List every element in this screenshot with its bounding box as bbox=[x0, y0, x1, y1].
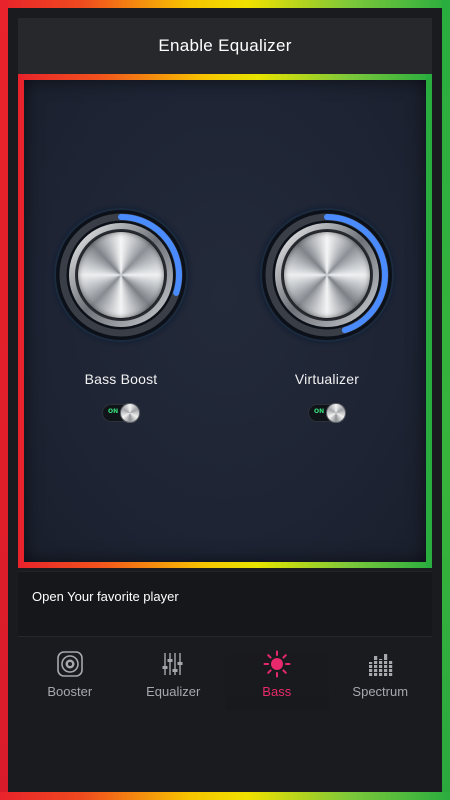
open-player-text: Open Your favorite player bbox=[32, 589, 179, 604]
tab-bass-label: Bass bbox=[262, 684, 292, 699]
speaker-icon bbox=[56, 651, 83, 677]
bottom-empty-area bbox=[18, 710, 432, 784]
app-header: Enable Equalizer bbox=[18, 18, 432, 74]
frame-right-edge bbox=[442, 0, 450, 800]
tab-spectrum-label: Spectrum bbox=[352, 684, 409, 699]
bars-icon bbox=[366, 654, 395, 676]
frame-bottom-edge bbox=[0, 792, 450, 800]
toggle-on-text: ON bbox=[314, 408, 325, 415]
virtualizer-toggle[interactable]: ON bbox=[308, 403, 346, 423]
sliders-icon bbox=[162, 653, 183, 675]
toggle-thumb bbox=[120, 403, 140, 423]
bottom-tab-bar: Booster Equalizer Bass Spectrum bbox=[18, 640, 432, 710]
tab-booster[interactable]: Booster bbox=[18, 640, 122, 710]
bass-boost-label: Bass Boost bbox=[84, 371, 158, 387]
virtualizer-knob[interactable] bbox=[252, 200, 402, 350]
toggle-on-text: ON bbox=[108, 408, 119, 415]
tab-equalizer[interactable]: Equalizer bbox=[122, 640, 226, 710]
effects-panel: Bass Boost ON Virtualizer ON bbox=[24, 80, 426, 562]
virtualizer-label: Virtualizer bbox=[294, 371, 360, 387]
header-title: Enable Equalizer bbox=[158, 36, 292, 55]
tab-booster-label: Booster bbox=[47, 684, 93, 699]
sun-icon bbox=[263, 650, 291, 678]
toggle-thumb bbox=[326, 403, 346, 423]
knob-cap bbox=[78, 232, 164, 318]
frame-left-edge bbox=[0, 0, 8, 800]
tab-bass[interactable]: Bass bbox=[225, 640, 329, 710]
info-bar[interactable]: Open Your favorite player bbox=[18, 571, 432, 637]
tab-equalizer-label: Equalizer bbox=[146, 684, 201, 699]
bass-boost-toggle[interactable]: ON bbox=[102, 403, 140, 423]
bass-boost-knob[interactable] bbox=[46, 200, 196, 350]
knob-cap bbox=[284, 232, 370, 318]
tab-spectrum[interactable]: Spectrum bbox=[329, 640, 433, 710]
